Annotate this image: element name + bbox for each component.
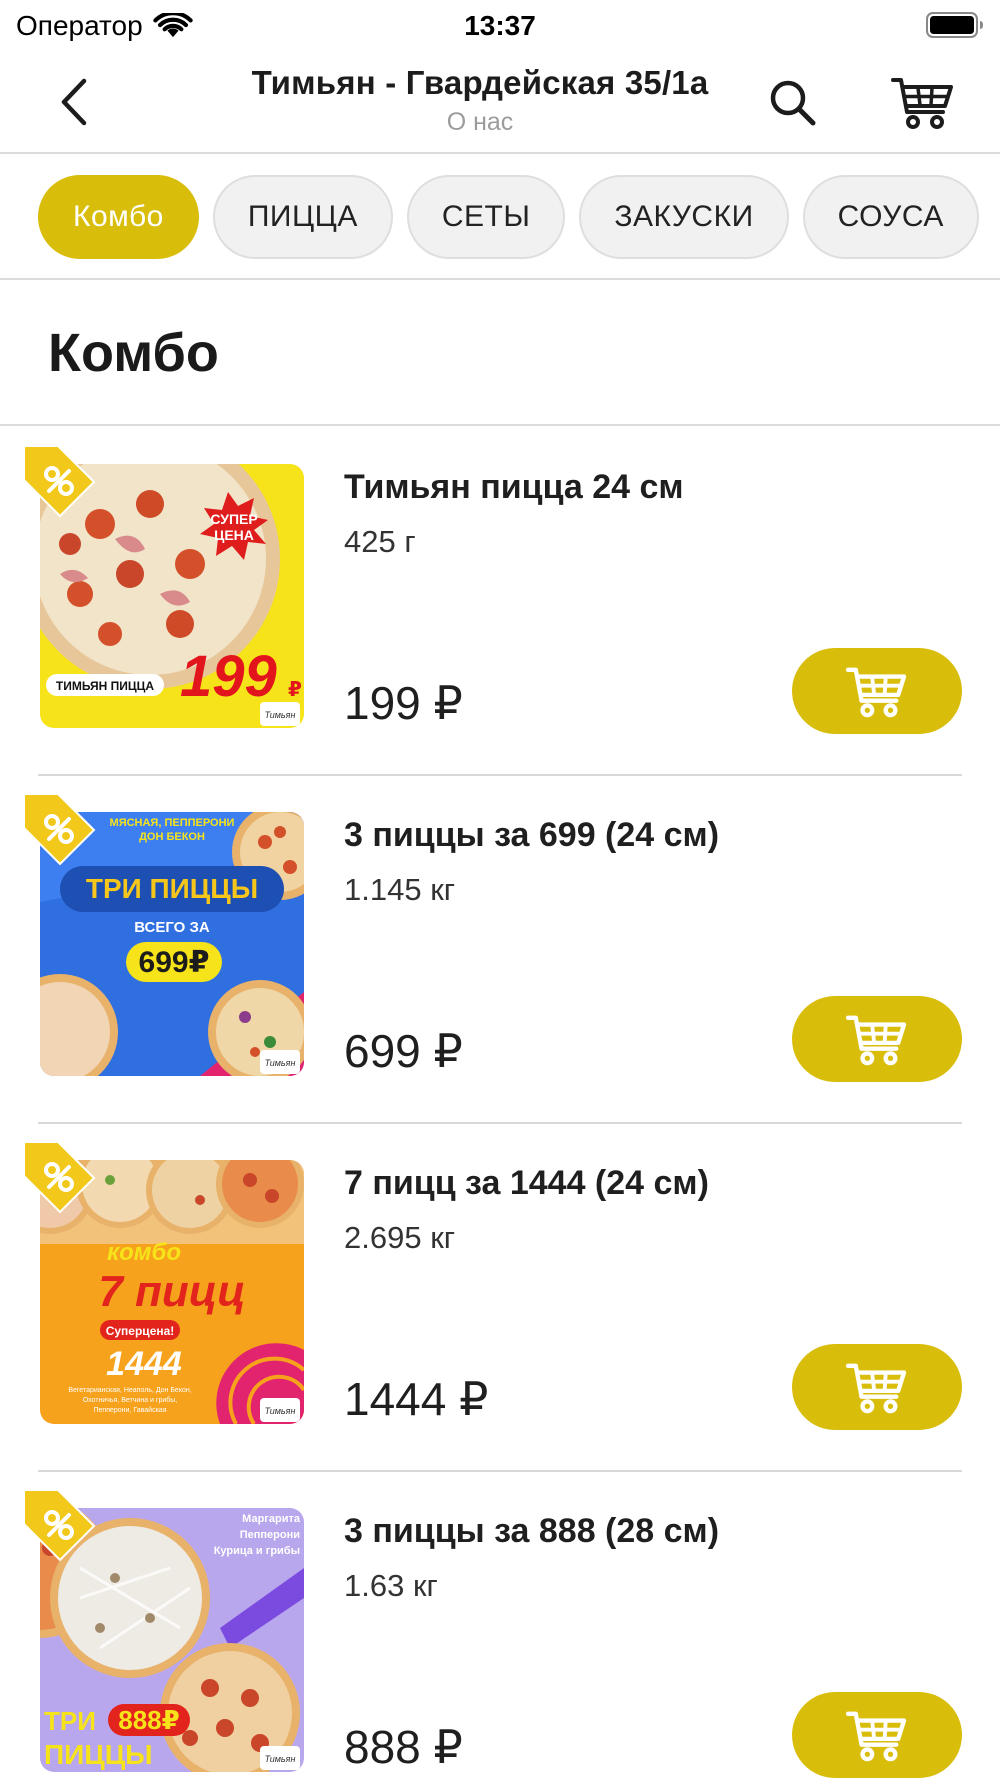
cart-icon bbox=[846, 1711, 907, 1762]
add-to-cart-button[interactable] bbox=[792, 1344, 962, 1430]
promo-banner: ТРИ ПИЦЦЫ bbox=[86, 873, 258, 904]
image-logo: Тимьян bbox=[265, 710, 296, 720]
product-weight: 1.145 кг bbox=[344, 872, 456, 907]
promo-bottom-word2: ПИЦЦЫ bbox=[44, 1739, 153, 1770]
nav-title-group: Тимьян - Гвардейская 35/1а О нас bbox=[180, 64, 780, 137]
product-name[interactable]: 7 пицц за 1444 (24 см) bbox=[344, 1164, 709, 1203]
add-to-cart-button[interactable] bbox=[792, 1692, 962, 1778]
product-weight: 1.63 кг bbox=[344, 1568, 438, 1603]
image-logo: Тимьян bbox=[265, 1754, 296, 1764]
burst-line1: СУПЕР bbox=[210, 511, 257, 527]
promo-line2: 7 пицц bbox=[98, 1267, 245, 1316]
product-card[interactable]: Маргарита Пепперони Курица и грибы ТРИ 8… bbox=[0, 1472, 1000, 1778]
section-title: Комбо bbox=[48, 323, 219, 383]
navigation-bar: Тимьян - Гвардейская 35/1а О нас bbox=[0, 52, 1000, 154]
percent-tag-icon bbox=[23, 445, 96, 518]
tab-snacks[interactable]: ЗАКУСКИ bbox=[579, 175, 789, 259]
search-icon bbox=[770, 80, 816, 126]
promo-top-line2: ДОН БЕКОН bbox=[139, 831, 205, 843]
promo-small2: Охотничья, Ветчина и грибы, bbox=[83, 1396, 178, 1404]
percent-tag-icon bbox=[23, 793, 96, 866]
battery-icon bbox=[926, 12, 983, 38]
promo-sub: ВСЕГО ЗА bbox=[134, 919, 210, 936]
promo-right-line1: Маргарита bbox=[242, 1513, 301, 1525]
product-name[interactable]: 3 пиццы за 888 (28 см) bbox=[344, 1512, 719, 1551]
search-button[interactable] bbox=[762, 72, 822, 132]
promo-big-price: 699₽ bbox=[139, 946, 210, 979]
cart-icon bbox=[891, 78, 953, 129]
section-header: Комбо bbox=[0, 280, 1000, 426]
carrier: Оператор bbox=[16, 10, 193, 42]
promo-small3: Пепперони, Гавайская bbox=[94, 1406, 167, 1414]
product-card[interactable]: СУПЕР ЦЕНА ТИМЬЯН ПИЦЦА 199 ₽ Тимьян Тим… bbox=[0, 428, 1000, 776]
product-price: 1444 ₽ bbox=[344, 1373, 489, 1425]
promo-bottom-word1: ТРИ bbox=[44, 1706, 96, 1736]
tab-pizza[interactable]: ПИЦЦА bbox=[212, 175, 393, 259]
product-name[interactable]: Тимьян пицца 24 см bbox=[344, 468, 684, 507]
promo-big-price: 199 bbox=[180, 644, 277, 709]
image-logo: Тимьян bbox=[265, 1058, 296, 1068]
promo-tag: Суперцена! bbox=[106, 1324, 175, 1338]
promo-line1: комбо bbox=[107, 1239, 181, 1266]
cart-icon bbox=[846, 1363, 907, 1414]
tab-sets[interactable]: СЕТЫ bbox=[406, 175, 566, 259]
tab-combo[interactable]: Комбо bbox=[38, 175, 199, 259]
cart-icon bbox=[846, 667, 907, 718]
wifi-icon bbox=[152, 13, 193, 38]
restaurant-title: Тимьян - Гвардейская 35/1а bbox=[251, 64, 709, 101]
promo-currency: ₽ bbox=[288, 679, 302, 701]
product-card[interactable]: комбо 7 пицц Суперцена! 1444 Вегетарианс… bbox=[0, 1124, 1000, 1472]
promo-small1: Вегетарианская, Неаполь, Дон Бекон, bbox=[68, 1387, 191, 1394]
promo-big-price: 1444 bbox=[106, 1345, 182, 1383]
burst-line2: ЦЕНА bbox=[214, 527, 254, 543]
promo-top-line1: МЯСНАЯ, ПЕППЕРОНИ bbox=[110, 817, 235, 829]
add-to-cart-button[interactable] bbox=[792, 996, 962, 1082]
product-weight: 2.695 кг bbox=[344, 1220, 456, 1255]
status-bar: Оператор 13:37 bbox=[0, 0, 1000, 52]
cart-button[interactable] bbox=[888, 72, 958, 132]
percent-tag-icon bbox=[23, 1141, 96, 1214]
promo-right-line3: Курица и грибы bbox=[214, 1545, 300, 1557]
product-card[interactable]: МЯСНАЯ, ПЕППЕРОНИ ДОН БЕКОН ТРИ ПИЦЦЫ ВС… bbox=[0, 776, 1000, 1124]
promo-badge-price: 888₽ bbox=[118, 1705, 179, 1735]
back-button[interactable] bbox=[50, 74, 98, 130]
percent-tag-icon bbox=[23, 1489, 96, 1562]
promo-label: ТИМЬЯН ПИЦЦА bbox=[56, 679, 155, 693]
product-name[interactable]: 3 пиццы за 699 (24 см) bbox=[344, 816, 719, 855]
product-price: 199 ₽ bbox=[344, 677, 463, 729]
promo-right-line2: Пепперони bbox=[240, 1529, 300, 1541]
tab-sauces[interactable]: СОУСА bbox=[802, 175, 979, 259]
chevron-left-icon bbox=[61, 78, 87, 126]
product-price: 699 ₽ bbox=[344, 1025, 463, 1077]
category-tabs[interactable]: Комбо ПИЦЦА СЕТЫ ЗАКУСКИ СОУСА bbox=[0, 156, 1000, 280]
add-to-cart-button[interactable] bbox=[792, 648, 962, 734]
about-link[interactable]: О нас bbox=[180, 108, 780, 137]
product-weight: 425 г bbox=[344, 524, 416, 559]
carrier-label: Оператор bbox=[16, 10, 143, 41]
image-logo: Тимьян bbox=[265, 1406, 296, 1416]
category-track: Комбо ПИЦЦА СЕТЫ ЗАКУСКИ СОУСА bbox=[38, 175, 979, 259]
cart-icon bbox=[846, 1015, 907, 1066]
product-list: СУПЕР ЦЕНА ТИМЬЯН ПИЦЦА 199 ₽ Тимьян Тим… bbox=[0, 428, 1000, 1778]
product-price: 888 ₽ bbox=[344, 1721, 463, 1773]
